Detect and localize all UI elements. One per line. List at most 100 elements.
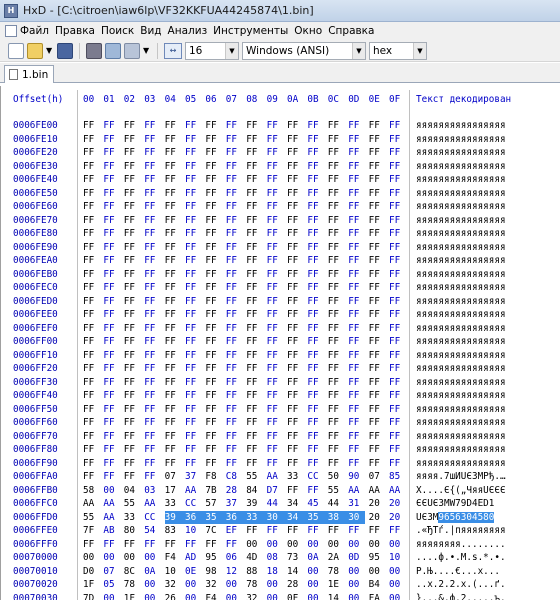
hex-byte[interactable]: AA	[348, 484, 365, 497]
hex-byte[interactable]: FF	[369, 389, 386, 402]
hex-byte[interactable]: 00	[267, 592, 284, 600]
hex-byte[interactable]: FF	[267, 362, 284, 375]
hex-byte[interactable]: FF	[226, 254, 243, 267]
hex-byte[interactable]: FF	[389, 443, 406, 456]
hex-byte[interactable]: FF	[287, 268, 304, 281]
hex-byte[interactable]: FF	[348, 362, 365, 375]
hex-byte[interactable]: 1F	[124, 592, 141, 600]
hex-byte[interactable]: FF	[287, 376, 304, 389]
hex-byte[interactable]: FF	[287, 187, 304, 200]
hex-byte[interactable]: FF	[124, 200, 141, 213]
hex-byte[interactable]: FF	[287, 308, 304, 321]
open-ram-icon[interactable]	[105, 42, 121, 59]
hex-byte[interactable]: FF	[103, 308, 120, 321]
hex-byte[interactable]: FF	[144, 308, 161, 321]
row-text[interactable]: }...&.ф.2.....ъ.	[416, 592, 506, 600]
hex-byte[interactable]: FF	[369, 133, 386, 146]
hex-byte[interactable]: FF	[328, 200, 345, 213]
hex-byte[interactable]: FF	[267, 227, 284, 240]
hex-byte[interactable]: FF	[328, 416, 345, 429]
hex-byte[interactable]: 7C	[205, 524, 222, 537]
hex-byte[interactable]: 03	[144, 484, 161, 497]
hex-byte[interactable]: FF	[83, 538, 100, 551]
row-text[interactable]: яяяяяяяяяяяяяяяя	[416, 376, 506, 389]
hex-byte[interactable]: FF	[369, 187, 386, 200]
hex-byte[interactable]: FF	[287, 443, 304, 456]
hex-byte[interactable]: FF	[369, 214, 386, 227]
hex-byte[interactable]: 00	[348, 578, 365, 591]
hex-byte[interactable]: D7	[267, 484, 284, 497]
hex-byte[interactable]: FF	[389, 524, 406, 537]
hex-byte[interactable]: FF	[369, 524, 386, 537]
hex-byte[interactable]: FF	[389, 214, 406, 227]
hex-byte[interactable]: FF	[124, 457, 141, 470]
hex-byte[interactable]: 12	[226, 565, 243, 578]
hex-byte[interactable]: FF	[389, 322, 406, 335]
hex-byte[interactable]: CC	[144, 511, 161, 524]
hex-byte[interactable]: FF	[124, 308, 141, 321]
hex-byte[interactable]: FF	[83, 160, 100, 173]
hex-byte[interactable]: FF	[165, 308, 182, 321]
hex-byte[interactable]: FF	[185, 173, 202, 186]
hex-byte[interactable]: FF	[165, 241, 182, 254]
hex-byte[interactable]: FF	[83, 295, 100, 308]
hex-byte[interactable]: FF	[226, 160, 243, 173]
hex-byte[interactable]: FF	[307, 187, 324, 200]
hex-byte[interactable]: 00	[389, 592, 406, 600]
hex-byte[interactable]: FF	[103, 430, 120, 443]
hex-byte[interactable]: FF	[124, 389, 141, 402]
hex-byte[interactable]: FF	[307, 524, 324, 537]
hex-byte[interactable]: FF	[328, 376, 345, 389]
hex-byte[interactable]: FF	[226, 335, 243, 348]
hex-byte[interactable]: FF	[165, 335, 182, 348]
row-text[interactable]: яяяяяяяяяяяяяяяя	[416, 457, 506, 470]
hex-byte[interactable]: FF	[369, 254, 386, 267]
hex-byte[interactable]: FF	[185, 187, 202, 200]
hex-byte[interactable]: 35	[205, 510, 227, 524]
hex-byte[interactable]: 44	[267, 497, 284, 510]
hex-byte[interactable]: FF	[144, 146, 161, 159]
hex-byte[interactable]: 00	[307, 538, 324, 551]
hex-byte[interactable]: 07	[369, 470, 386, 483]
hex-byte[interactable]: FF	[348, 389, 365, 402]
hex-byte[interactable]: AA	[185, 484, 202, 497]
hex-byte[interactable]: FF	[307, 335, 324, 348]
hex-byte[interactable]: 28	[287, 578, 304, 591]
hex-byte[interactable]: FF	[185, 416, 202, 429]
hex-byte[interactable]: FF	[144, 349, 161, 362]
hex-byte[interactable]: FF	[369, 443, 386, 456]
charset-select[interactable]: Windows (ANSI) ▼	[242, 41, 366, 60]
row-text[interactable]: яяяяяяяяяяяяяяяя	[416, 119, 506, 132]
menu-item-4[interactable]: Анализ	[165, 23, 211, 39]
hex-byte[interactable]: FF	[287, 524, 304, 537]
hex-byte[interactable]: 00	[369, 538, 386, 551]
hex-byte[interactable]: FF	[267, 133, 284, 146]
hex-byte[interactable]: FF	[246, 281, 263, 294]
hex-byte[interactable]: FF	[328, 403, 345, 416]
hex-byte[interactable]: FF	[267, 173, 284, 186]
row-text[interactable]: яяяяяяяяяяяяяяяя	[416, 430, 506, 443]
hex-byte[interactable]: FF	[185, 335, 202, 348]
hex-byte[interactable]: 0E	[185, 565, 202, 578]
chevron-down-icon[interactable]: ▼	[46, 43, 54, 59]
row-text[interactable]: яяяяяяяяяяяяяяяя	[416, 308, 506, 321]
hex-byte[interactable]: FF	[226, 119, 243, 132]
hex-byte[interactable]: FF	[165, 443, 182, 456]
hex-byte[interactable]: FF	[103, 362, 120, 375]
hex-byte[interactable]: FF	[165, 133, 182, 146]
hex-byte[interactable]: FF	[267, 281, 284, 294]
hex-byte[interactable]: FF	[267, 254, 284, 267]
hex-byte[interactable]: FF	[124, 173, 141, 186]
hex-byte[interactable]: FF	[83, 389, 100, 402]
hex-byte[interactable]: FF	[267, 308, 284, 321]
hex-byte[interactable]: 36	[185, 510, 206, 524]
hex-byte[interactable]: FF	[307, 403, 324, 416]
hex-byte[interactable]: FF	[83, 241, 100, 254]
hex-byte[interactable]: FF	[389, 241, 406, 254]
hex-byte[interactable]: FF	[348, 119, 365, 132]
hex-byte[interactable]: FF	[307, 133, 324, 146]
hex-byte[interactable]: FF	[205, 133, 222, 146]
hex-byte[interactable]: 00	[267, 538, 284, 551]
hex-byte[interactable]: FF	[185, 308, 202, 321]
hex-byte[interactable]: FF	[328, 295, 345, 308]
